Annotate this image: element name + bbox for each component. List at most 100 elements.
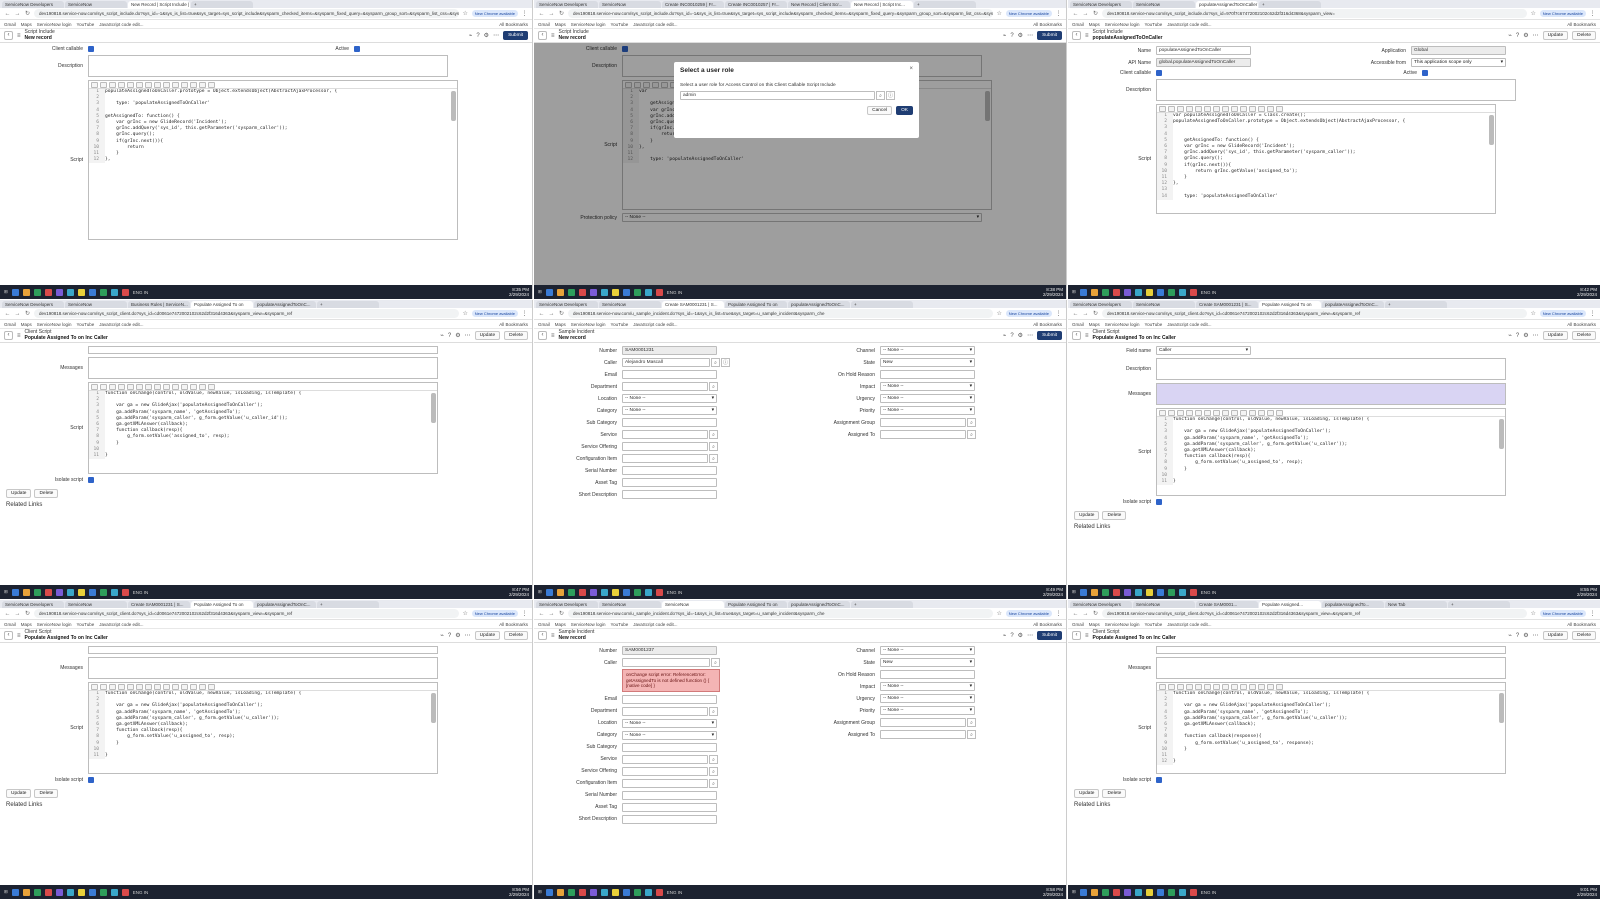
back-arrow-icon[interactable]: ← [538, 11, 545, 17]
submit-button[interactable]: Submit [503, 31, 528, 40]
editor-tool-button[interactable] [163, 82, 170, 88]
taskbar-app-icon[interactable] [1145, 588, 1153, 596]
left-select[interactable]: -- None -- ▾ [622, 406, 717, 415]
bookmark-item[interactable]: JavaScript code edit... [1167, 622, 1211, 627]
bookmark-item[interactable]: JavaScript code edit... [633, 322, 677, 327]
bookmark-item[interactable]: YouTube [611, 622, 629, 627]
taskbar-app-icon[interactable] [66, 588, 74, 596]
taskbar-app-icon[interactable] [11, 888, 19, 896]
taskbar-app-icon[interactable] [88, 288, 96, 296]
new-chrome-badge[interactable]: New Chrome available [471, 610, 518, 617]
editor-tool-button[interactable] [100, 82, 107, 88]
windows-start-icon[interactable]: ⊞ [538, 889, 542, 895]
messages-textarea[interactable] [88, 357, 438, 379]
taskbar-app-icon[interactable] [633, 588, 641, 596]
browser-tab[interactable]: Business Rules | ServiceN... [128, 301, 190, 308]
browser-tab[interactable]: ServiceNow Developers [536, 1, 598, 8]
taskbar-app-icon[interactable] [77, 888, 85, 896]
right-field[interactable] [880, 430, 966, 439]
settings-icon[interactable]: ⚙ [1523, 332, 1528, 339]
editor-tool-button[interactable] [91, 384, 98, 390]
browser-tab[interactable]: ServiceNow [599, 1, 661, 8]
editor-tool-button[interactable] [118, 684, 125, 690]
taskbar-app-icon[interactable] [556, 888, 564, 896]
windows-start-icon[interactable]: ⊞ [4, 289, 8, 295]
taskbar-app-icon[interactable] [567, 888, 575, 896]
editor-tool-button[interactable] [1276, 106, 1283, 112]
taskbar-app-icon[interactable] [622, 588, 630, 596]
role-input[interactable]: admin [680, 91, 875, 100]
browser-tab[interactable]: Populate Assigned To on [191, 601, 253, 608]
search-icon[interactable]: ⌕ [709, 382, 718, 391]
delete-button[interactable]: Delete [1102, 511, 1127, 520]
taskbar-app-icon[interactable] [1134, 588, 1142, 596]
editor-tool-button[interactable] [181, 384, 188, 390]
all-bookmarks[interactable]: All Bookmarks [1567, 22, 1596, 27]
update-button[interactable]: Update [1542, 631, 1569, 640]
bookmark-item[interactable]: ServiceNow login [571, 22, 606, 27]
browser-tab[interactable]: ServiceNow [65, 601, 127, 608]
left-field[interactable] [622, 778, 708, 788]
hamburger-icon[interactable]: ≡ [1085, 333, 1089, 339]
taskbar-app-icon[interactable] [110, 888, 118, 896]
help-icon[interactable]: ? [448, 633, 451, 639]
editor-tool-button[interactable] [136, 384, 143, 390]
isolate-script-checkbox[interactable] [1156, 499, 1162, 505]
taskbar-app-icon[interactable] [1101, 288, 1109, 296]
editor-tool-button[interactable] [1222, 684, 1229, 690]
browser-tab[interactable]: populateAssignedToOnC... [788, 301, 850, 308]
help-icon[interactable]: ? [1516, 33, 1519, 39]
update-button[interactable]: Update [1542, 31, 1569, 40]
previous-field-textarea[interactable] [88, 346, 438, 354]
browser-tab[interactable]: New Record | Client Scr... [788, 1, 850, 8]
browser-tab[interactable]: ServiceNow [1133, 1, 1195, 8]
delete-button[interactable]: Delete [1572, 331, 1596, 340]
right-select[interactable]: -- None -- ▾ [880, 394, 975, 403]
editor-scrollbar[interactable] [1489, 115, 1494, 145]
update-button[interactable]: Update [1542, 331, 1569, 340]
editor-tool-button[interactable] [1240, 410, 1247, 416]
back-arrow-icon[interactable]: ← [1072, 311, 1079, 317]
back-arrow-icon[interactable]: ← [538, 611, 545, 617]
bookmark-item[interactable]: Maps [555, 622, 566, 627]
script-editor[interactable]: 1 var populateAssignedToOnCaller = Class.… [1156, 104, 1496, 214]
forward-arrow-icon[interactable]: → [14, 11, 21, 17]
bookmark-item[interactable]: Gmail [4, 322, 16, 327]
caller-field[interactable] [622, 658, 710, 667]
bookmark-item[interactable]: Maps [21, 622, 32, 627]
editor-tool-button[interactable] [1267, 684, 1274, 690]
url-field[interactable]: dev190818.service-now.com/sys_script_cli… [1102, 309, 1527, 318]
update-button[interactable]: Update [6, 789, 32, 798]
submit-button[interactable]: Submit [1037, 331, 1062, 340]
state-select[interactable]: New ▾ [880, 658, 975, 667]
taskbar-app-icon[interactable] [655, 888, 663, 896]
taskbar-app-icon[interactable] [556, 288, 564, 296]
editor-scrollbar[interactable] [451, 91, 456, 121]
taskbar-app-icon[interactable] [1112, 288, 1120, 296]
taskbar-app-icon[interactable] [1178, 288, 1186, 296]
editor-tool-button[interactable] [1195, 106, 1202, 112]
taskbar-app-icon[interactable] [1178, 888, 1186, 896]
url-field[interactable]: dev190818.service-now.com/sys_script_inc… [568, 9, 993, 18]
back-button[interactable]: ‹ [538, 631, 547, 640]
messages-textarea[interactable] [88, 657, 438, 679]
active-checkbox[interactable] [354, 46, 360, 52]
help-icon[interactable]: ? [1516, 333, 1519, 339]
taskbar-app-icon[interactable] [622, 888, 630, 896]
bookmark-item[interactable]: ServiceNow login [1105, 22, 1140, 27]
taskbar-app-icon[interactable] [600, 288, 608, 296]
editor-tool-button[interactable] [1258, 410, 1265, 416]
editor-tool-button[interactable] [118, 384, 125, 390]
editor-tool-button[interactable] [1222, 106, 1229, 112]
taskbar-app-icon[interactable] [655, 588, 663, 596]
taskbar-app-icon[interactable] [1156, 288, 1164, 296]
update-button[interactable]: Update [1074, 511, 1100, 520]
new-tab-button[interactable]: + [317, 301, 379, 308]
new-tab-button[interactable]: + [191, 1, 253, 8]
taskbar-app-icon[interactable] [121, 588, 129, 596]
bookmark-item[interactable]: YouTube [611, 22, 629, 27]
paperclip-icon[interactable]: ⌁ [1508, 632, 1512, 639]
editor-tool-button[interactable] [1168, 684, 1175, 690]
taskbar-app-icon[interactable] [1079, 588, 1087, 596]
editor-tool-button[interactable] [145, 684, 152, 690]
